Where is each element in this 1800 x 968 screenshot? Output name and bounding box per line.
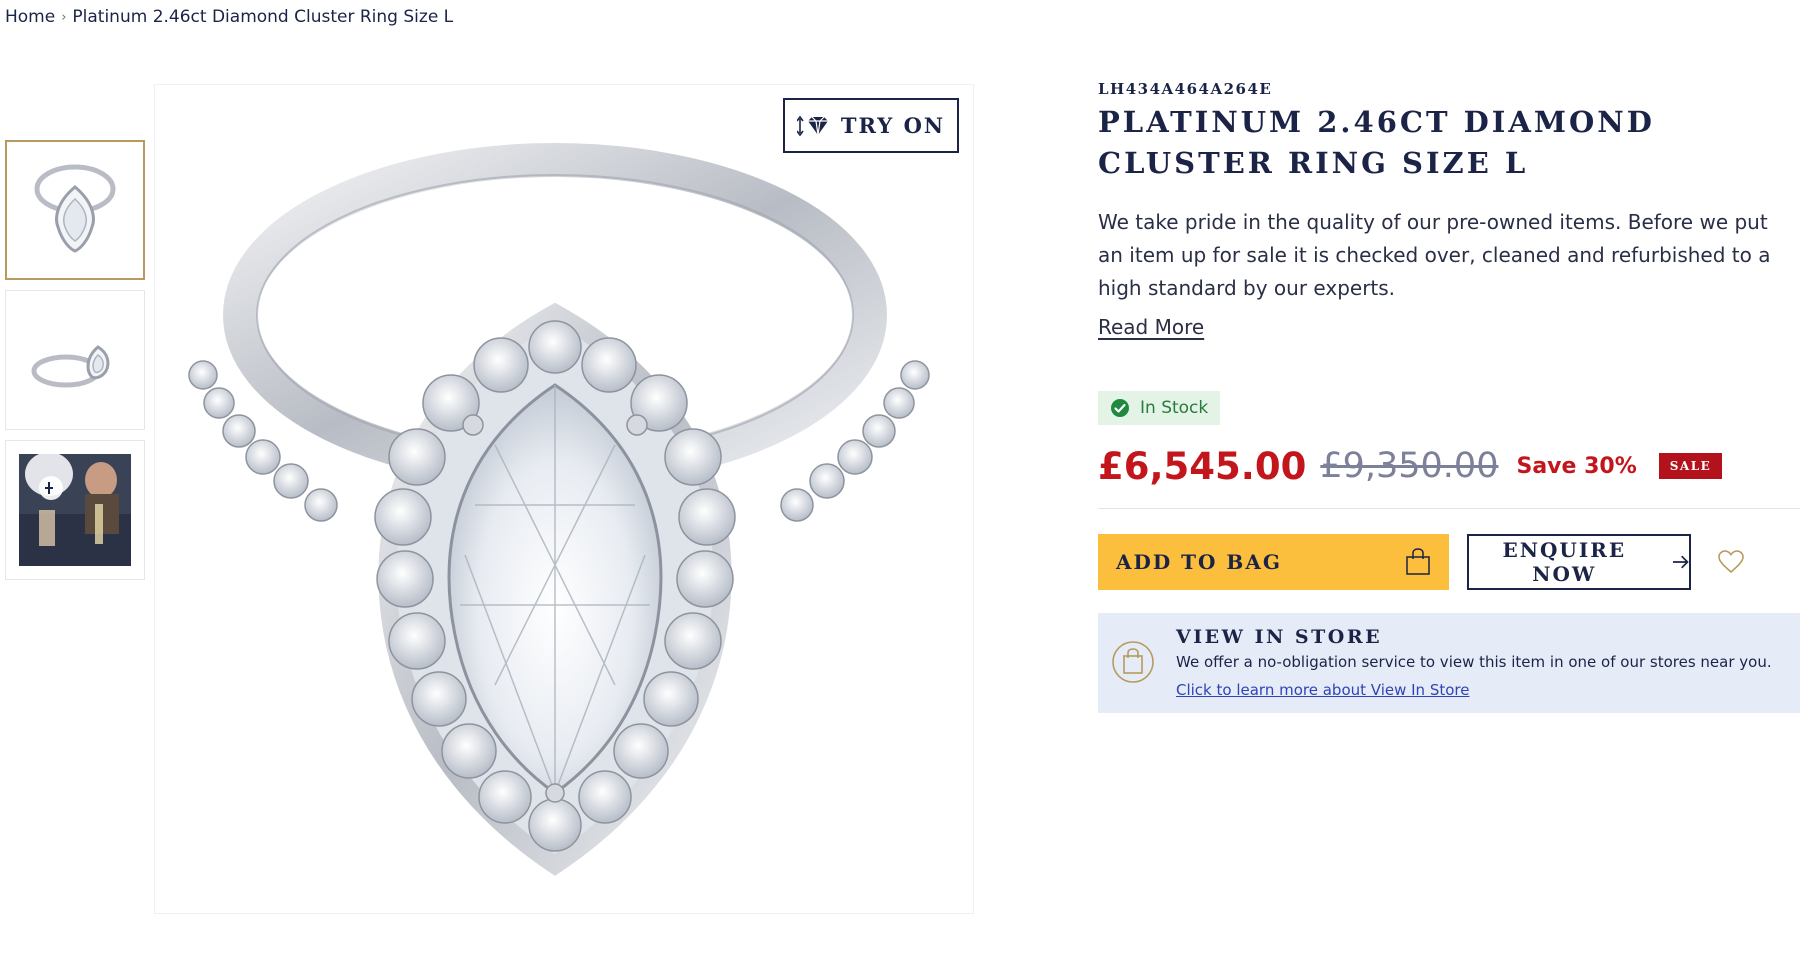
enquire-now-label: ENQUIRE NOW bbox=[1502, 538, 1627, 586]
price-row: £6,545.00 £9,350.00 Save 30% SALE bbox=[1098, 440, 1723, 492]
breadcrumb-current: Platinum 2.46ct Diamond Cluster Ring Siz… bbox=[72, 7, 454, 27]
add-to-bag-label: ADD TO BAG bbox=[1116, 550, 1282, 574]
thumbnail-ring-side[interactable] bbox=[5, 290, 145, 430]
try-on-button[interactable]: TRY ON bbox=[783, 98, 959, 153]
view-in-store-description: We offer a no-obligation service to view… bbox=[1176, 653, 1772, 671]
diamond-icon bbox=[796, 115, 828, 136]
view-in-store-title: VIEW IN STORE bbox=[1176, 626, 1383, 648]
read-more-link[interactable]: Read More bbox=[1098, 315, 1204, 339]
store-bag-icon bbox=[1112, 641, 1154, 683]
breadcrumb: Home › Platinum 2.46ct Diamond Cluster R… bbox=[5, 6, 453, 28]
ring-front-thumbnail-image bbox=[34, 164, 116, 253]
wishlist-button[interactable] bbox=[1716, 547, 1746, 577]
shopping-bag-icon bbox=[1406, 548, 1430, 575]
ring-side-thumbnail-image bbox=[31, 345, 110, 388]
add-to-bag-button[interactable]: ADD TO BAG bbox=[1098, 534, 1449, 590]
product-info: LH434A464A264E PLATINUM 2.46CT DIAMOND C… bbox=[1098, 80, 1798, 339]
breadcrumb-home-link[interactable]: Home bbox=[5, 7, 55, 27]
stock-status-badge: In Stock bbox=[1098, 391, 1221, 425]
try-on-thumbnail-image bbox=[19, 454, 131, 566]
savings-label: Save 30% bbox=[1516, 453, 1637, 479]
divider bbox=[1098, 508, 1800, 509]
heart-icon bbox=[1718, 550, 1744, 574]
breadcrumb-separator: › bbox=[61, 9, 67, 25]
thumbnail-list bbox=[5, 140, 145, 590]
diamond-ring-image bbox=[188, 143, 930, 876]
try-on-label: TRY ON bbox=[840, 113, 946, 138]
product-description: We take pride in the quality of our pre-… bbox=[1098, 210, 1771, 300]
original-price: £9,350.00 bbox=[1320, 446, 1499, 486]
product-sku: LH434A464A264E bbox=[1098, 80, 1273, 98]
main-product-image[interactable] bbox=[154, 84, 974, 914]
enquire-now-button[interactable]: ENQUIRE NOW bbox=[1467, 534, 1691, 590]
check-circle-icon bbox=[1111, 399, 1129, 417]
current-price: £6,545.00 bbox=[1098, 444, 1307, 488]
stock-status-label: In Stock bbox=[1140, 398, 1209, 418]
sale-badge: SALE bbox=[1658, 453, 1723, 479]
view-in-store-panel: VIEW IN STORE We offer a no-obligation s… bbox=[1098, 613, 1800, 713]
arrow-right-icon bbox=[1672, 555, 1689, 569]
product-title: PLATINUM 2.46CT DIAMOND CLUSTER RING SIZ… bbox=[1098, 105, 1655, 180]
thumbnail-ring-front[interactable] bbox=[5, 140, 145, 280]
thumbnail-try-on-video[interactable] bbox=[5, 440, 145, 580]
view-in-store-link[interactable]: Click to learn more about View In Store bbox=[1176, 681, 1469, 699]
